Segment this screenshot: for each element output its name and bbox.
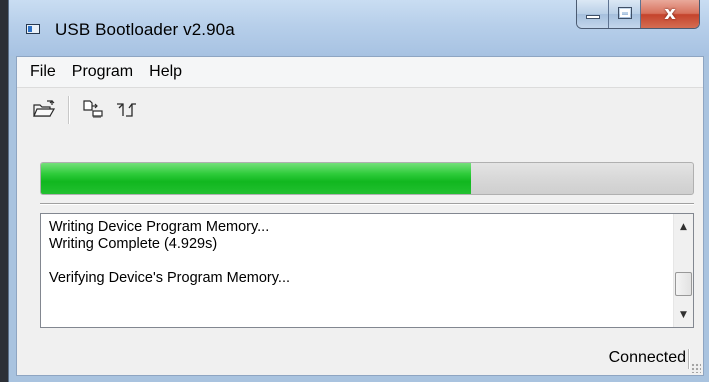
log-lines: Writing Device Program Memory... Writing… (49, 219, 663, 287)
resize-grip-icon[interactable] (691, 363, 701, 373)
open-folder-icon (33, 100, 56, 117)
connection-status: Connected (608, 349, 686, 366)
toolbar-separator (68, 96, 70, 124)
write-device-icon (83, 100, 103, 118)
menu-program[interactable]: Program (64, 57, 141, 87)
maximize-button[interactable] (609, 0, 641, 28)
minimize-button[interactable] (577, 0, 609, 28)
menu-bar: File Program Help (17, 57, 703, 88)
reset-device-icon (117, 103, 136, 117)
close-button[interactable]: x (641, 0, 699, 28)
write-device-button[interactable] (79, 96, 107, 124)
title-bar[interactable]: USB Bootloader v2.90a x (9, 0, 709, 56)
scroll-up-arrow-icon[interactable]: ▲ (674, 218, 693, 236)
open-file-button[interactable] (30, 96, 58, 124)
divider (40, 203, 694, 205)
status-bar: Connected (17, 345, 703, 375)
app-window: USB Bootloader v2.90a x File Program Hel… (8, 0, 709, 382)
log-line: Writing Complete (4.929s) (49, 236, 218, 252)
client-area: File Program Help Writing Device Program… (16, 56, 704, 376)
app-window-icon (26, 24, 40, 34)
vertical-scrollbar[interactable]: ▲ ▼ (673, 214, 693, 327)
progress-bar-fill (41, 163, 472, 194)
menu-help[interactable]: Help (141, 57, 190, 87)
log-line: Writing Device Program Memory... (49, 219, 270, 235)
close-icon: x (664, 3, 676, 24)
menu-file[interactable]: File (17, 57, 64, 87)
minimize-icon (586, 15, 600, 19)
window-title: USB Bootloader v2.90a (55, 20, 235, 39)
caption-buttons: x (576, 0, 700, 29)
scroll-thumb[interactable] (675, 272, 692, 296)
log-output[interactable]: Writing Device Program Memory... Writing… (40, 213, 694, 328)
log-line: Verifying Device's Program Memory... (49, 270, 291, 286)
progress-bar (40, 162, 694, 195)
maximize-icon (618, 7, 632, 19)
status-separator (688, 349, 690, 369)
scroll-down-arrow-icon[interactable]: ▼ (674, 306, 693, 324)
toolbar (17, 88, 703, 132)
reset-device-button[interactable] (113, 96, 141, 124)
